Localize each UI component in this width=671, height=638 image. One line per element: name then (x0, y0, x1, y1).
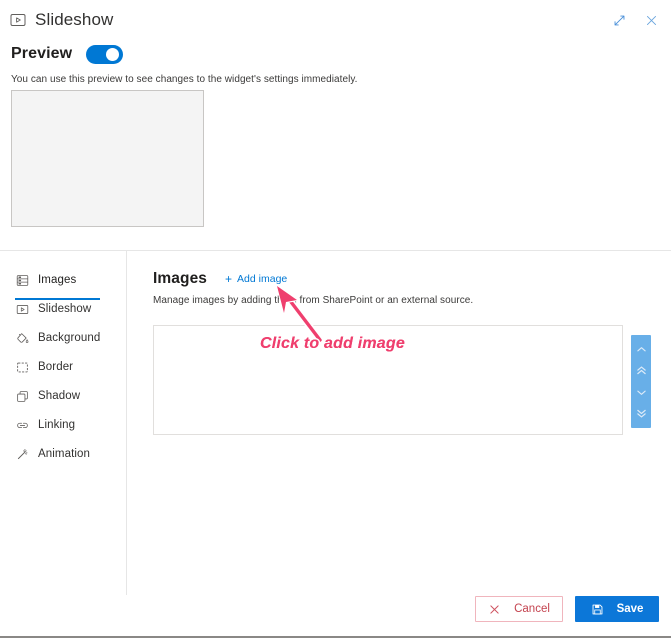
images-settings-pane: Images + Add image Manage images by addi… (127, 251, 671, 595)
panel-title: Slideshow (35, 10, 114, 29)
add-image-button[interactable]: + Add image (225, 273, 287, 285)
expand-diagonal-icon[interactable] (607, 8, 631, 32)
preview-section: Preview You can use this preview to see … (0, 40, 671, 227)
slideshow-settings-panel: Slideshow Preview You can use this previ… (0, 0, 671, 638)
sidebar-item-background[interactable]: Background (0, 328, 126, 348)
sidebar-item-label: Border (38, 361, 74, 373)
shadow-squares-icon (16, 390, 29, 403)
toggle-knob (106, 47, 120, 61)
plus-icon: + (225, 272, 233, 286)
reorder-rail (631, 335, 651, 428)
sidebar-item-border[interactable]: Border (0, 357, 126, 377)
images-stack-icon (16, 274, 29, 287)
panel-footer: Cancel Save (0, 590, 671, 632)
panel-body: Images Slideshow Background Border Shado… (0, 251, 671, 595)
sidebar-item-slideshow[interactable]: Slideshow (0, 299, 126, 319)
slideshow-icon (16, 303, 29, 316)
preview-description: You can use this preview to see changes … (11, 74, 358, 85)
sidebar-item-images[interactable]: Images (0, 270, 126, 300)
panel-header: Slideshow (0, 0, 671, 40)
page-title: Images (153, 270, 208, 287)
sidebar-item-animation[interactable]: Animation (0, 444, 126, 464)
save-label: Save (616, 603, 644, 615)
preview-toggle[interactable] (86, 44, 124, 64)
sidebar-item-label: Images (38, 274, 77, 286)
images-list[interactable] (153, 325, 623, 435)
sidebar-item-label: Shadow (38, 390, 81, 402)
cancel-button[interactable]: Cancel (475, 596, 563, 622)
sidebar-item-label: Linking (38, 419, 76, 431)
cancel-label: Cancel (514, 603, 550, 615)
chevron-down-icon[interactable] (633, 384, 649, 400)
slideshow-icon (10, 12, 26, 28)
link-chain-icon (16, 419, 29, 432)
save-button[interactable]: Save (575, 596, 659, 622)
sidebar-item-label: Slideshow (38, 303, 92, 315)
panel-header-actions (607, 8, 663, 32)
magic-wand-icon (16, 448, 29, 461)
sidebar-item-shadow[interactable]: Shadow (0, 386, 126, 406)
floppy-disk-icon (591, 603, 604, 616)
preview-header-row: Preview (11, 40, 671, 68)
add-image-label: Add image (237, 273, 288, 285)
panel-title-group: Slideshow (10, 10, 113, 30)
sidebar-item-label: Animation (38, 448, 91, 460)
border-square-icon (16, 361, 29, 374)
preview-canvas[interactable] (11, 90, 204, 227)
close-icon[interactable] (639, 8, 663, 32)
settings-sidebar: Images Slideshow Background Border Shado… (0, 251, 126, 473)
double-chevron-down-icon[interactable] (633, 405, 649, 421)
paint-bucket-icon (16, 332, 29, 345)
images-description: Manage images by adding them from ShareP… (153, 295, 474, 306)
close-icon (488, 603, 501, 616)
chevron-up-icon[interactable] (633, 342, 649, 358)
footer-actions: Cancel Save (475, 596, 659, 622)
sidebar-item-linking[interactable]: Linking (0, 415, 126, 435)
double-chevron-up-icon[interactable] (633, 363, 649, 379)
preview-label: Preview (11, 45, 73, 62)
images-header-row: Images + Add image (153, 270, 671, 288)
sidebar-item-label: Background (38, 332, 101, 344)
